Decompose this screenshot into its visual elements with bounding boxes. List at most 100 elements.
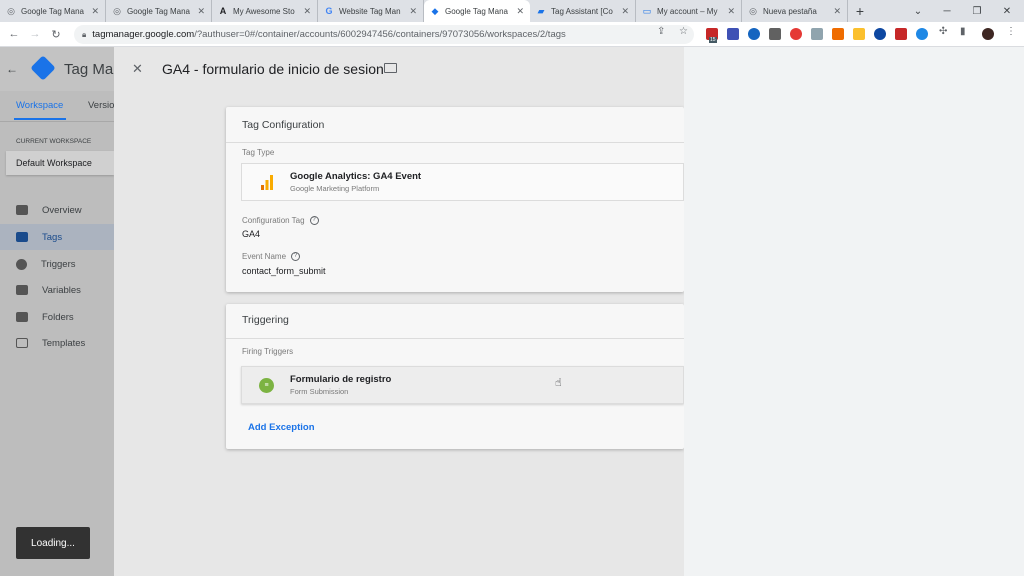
restore-icon[interactable]: ❐ — [962, 0, 992, 22]
card-divider — [226, 142, 684, 143]
loading-toast: Loading... — [16, 527, 90, 559]
back-arrow-icon[interactable]: ← — [6, 62, 18, 76]
template-icon — [16, 338, 28, 348]
folder-icon — [16, 312, 28, 322]
avatar[interactable] — [982, 28, 994, 40]
browser-tab[interactable]: ◎ Google Tag Mana ✕ — [106, 0, 212, 22]
variables-icon — [16, 285, 28, 295]
back-icon[interactable]: ← — [4, 24, 24, 44]
adblock-icon[interactable] — [790, 28, 802, 40]
card-heading: Tag Configuration — [242, 119, 325, 131]
menu-icon[interactable]: ⋮ — [1006, 26, 1016, 37]
side-panel-blank — [684, 47, 1024, 576]
extension-icon[interactable] — [727, 28, 739, 40]
extension-icon[interactable] — [748, 28, 760, 40]
sidebar: Workspace Versio CURRENT WORKSPACE Defau… — [0, 91, 114, 576]
globe-icon: ◎ — [749, 5, 757, 16]
minimize-icon[interactable]: ─ — [932, 0, 962, 22]
current-workspace-label: CURRENT WORKSPACE — [16, 138, 92, 145]
gtm-header: ← Tag Mar — [0, 47, 118, 91]
new-tab-button[interactable]: + — [848, 0, 872, 22]
extension-icon[interactable] — [874, 28, 886, 40]
tag-configuration-card[interactable]: Tag Configuration Tag Type Google Analyt… — [226, 107, 684, 292]
tag-type-box[interactable]: Google Analytics: GA4 Event Google Marke… — [241, 163, 684, 201]
puzzle-icon[interactable]: ✣ — [939, 26, 947, 37]
sidebar-item-overview[interactable]: Overview — [0, 197, 114, 223]
tab-search-icon[interactable]: ⌄ — [906, 0, 930, 22]
close-tab-icon[interactable]: ✕ — [516, 6, 524, 17]
browser-tab[interactable]: ◎ Google Tag Mana ✕ — [0, 0, 106, 22]
trigger-name: Formulario de registro — [290, 374, 392, 385]
browser-tab[interactable]: ▭ My account – My ✕ — [636, 0, 742, 22]
globe-icon: ◎ — [113, 5, 121, 16]
tag-type-label: Tag Type — [242, 148, 275, 157]
close-tab-icon[interactable]: ✕ — [303, 6, 311, 17]
tag-title[interactable]: GA4 - formulario de inicio de sesion — [162, 61, 384, 77]
share-icon[interactable]: ⇪ — [657, 26, 665, 37]
lock-icon: 🔒︎ — [82, 29, 87, 39]
shop-icon: A — [219, 6, 227, 16]
settings-gear-icon[interactable] — [769, 28, 781, 40]
browser-tab[interactable]: G Website Tag Man ✕ — [318, 0, 424, 22]
event-name-value: contact_form_submit — [242, 266, 326, 276]
folder-icon[interactable] — [384, 63, 397, 73]
workspace-selector[interactable]: Default Workspace — [6, 151, 114, 175]
browser-tab[interactable]: ▰ Tag Assistant [Co ✕ — [530, 0, 636, 22]
gtm-icon: ◆ — [431, 5, 439, 16]
tab-workspace-underline — [14, 118, 66, 120]
event-name-label: Event Name? — [242, 252, 301, 262]
tag-type-sub: Google Marketing Platform — [290, 184, 380, 193]
browser-tab-active[interactable]: ◆ Google Tag Mana ✕ — [424, 0, 530, 22]
side-panel-icon[interactable]: ▮ — [960, 26, 966, 37]
sidebar-item-templates[interactable]: Templates — [0, 330, 114, 356]
close-tab-icon[interactable]: ✕ — [621, 6, 629, 17]
configuration-tag-label: Configuration Tag? — [242, 216, 319, 226]
reload-icon[interactable]: ↻ — [46, 24, 66, 44]
close-icon[interactable]: ✕ — [132, 61, 143, 77]
url-bar[interactable]: 🔒︎ tagmanager.google.com/?authuser=0#/co… — [74, 25, 694, 44]
workspace-name: Default Workspace — [16, 158, 92, 168]
tab-workspace[interactable]: Workspace — [16, 100, 63, 111]
gtm-logo-icon — [30, 55, 56, 81]
tag-type-name: Google Analytics: GA4 Event — [290, 171, 422, 182]
close-tab-icon[interactable]: ✕ — [91, 6, 99, 17]
firing-triggers-label: Firing Triggers — [242, 347, 294, 356]
close-tab-icon[interactable]: ✕ — [833, 6, 841, 17]
sidebar-item-folders[interactable]: Folders — [0, 304, 114, 330]
browser-tab[interactable]: A My Awesome Sto ✕ — [212, 0, 318, 22]
sidebar-item-tags[interactable]: Tags — [0, 224, 114, 250]
trigger-type: Form Submission — [290, 387, 349, 396]
configuration-tag-value: GA4 — [242, 229, 261, 239]
ga-bars-icon — [260, 175, 274, 191]
extension-badge: 15 — [709, 37, 717, 43]
tag-assistant-icon: ▰ — [537, 5, 545, 16]
forward-icon[interactable]: → — [25, 24, 45, 44]
extension-icon[interactable] — [811, 28, 823, 40]
gtm-app: ← Tag Mar Workspace Versio CURRENT WORKS… — [0, 47, 1024, 576]
tag-icon — [16, 232, 28, 242]
url-host: tagmanager.google.com — [92, 29, 195, 40]
help-icon[interactable]: ? — [309, 216, 319, 226]
trigger-row[interactable]: ≡ Formulario de registro Form Submission… — [241, 366, 684, 404]
close-tab-icon[interactable]: ✕ — [727, 6, 735, 17]
close-window-icon[interactable]: ✕ — [992, 0, 1022, 22]
google-icon: G — [325, 6, 333, 16]
browser-tab[interactable]: ◎ Nueva pestaña ✕ — [742, 0, 848, 22]
close-tab-icon[interactable]: ✕ — [409, 6, 417, 17]
extension-icon[interactable] — [832, 28, 844, 40]
cursor-pointer-icon: ☝︎ — [555, 377, 562, 389]
close-tab-icon[interactable]: ✕ — [197, 6, 205, 17]
add-exception-link[interactable]: Add Exception — [248, 422, 315, 433]
help-icon[interactable]: ? — [291, 252, 301, 262]
triggering-card[interactable]: Triggering Firing Triggers ≡ Formulario … — [226, 304, 684, 449]
account-icon: ▭ — [642, 5, 652, 16]
sidebar-item-triggers[interactable]: Triggers — [0, 251, 114, 277]
sidebar-item-variables[interactable]: Variables — [0, 277, 114, 303]
tab-versions[interactable]: Versio — [88, 100, 114, 111]
overview-icon — [16, 205, 28, 215]
extension-icon[interactable] — [895, 28, 907, 40]
bookmark-star-icon[interactable]: ☆ — [679, 26, 688, 37]
extension-icon[interactable] — [916, 28, 928, 40]
card-divider — [226, 338, 684, 339]
extension-icon[interactable] — [853, 28, 865, 40]
